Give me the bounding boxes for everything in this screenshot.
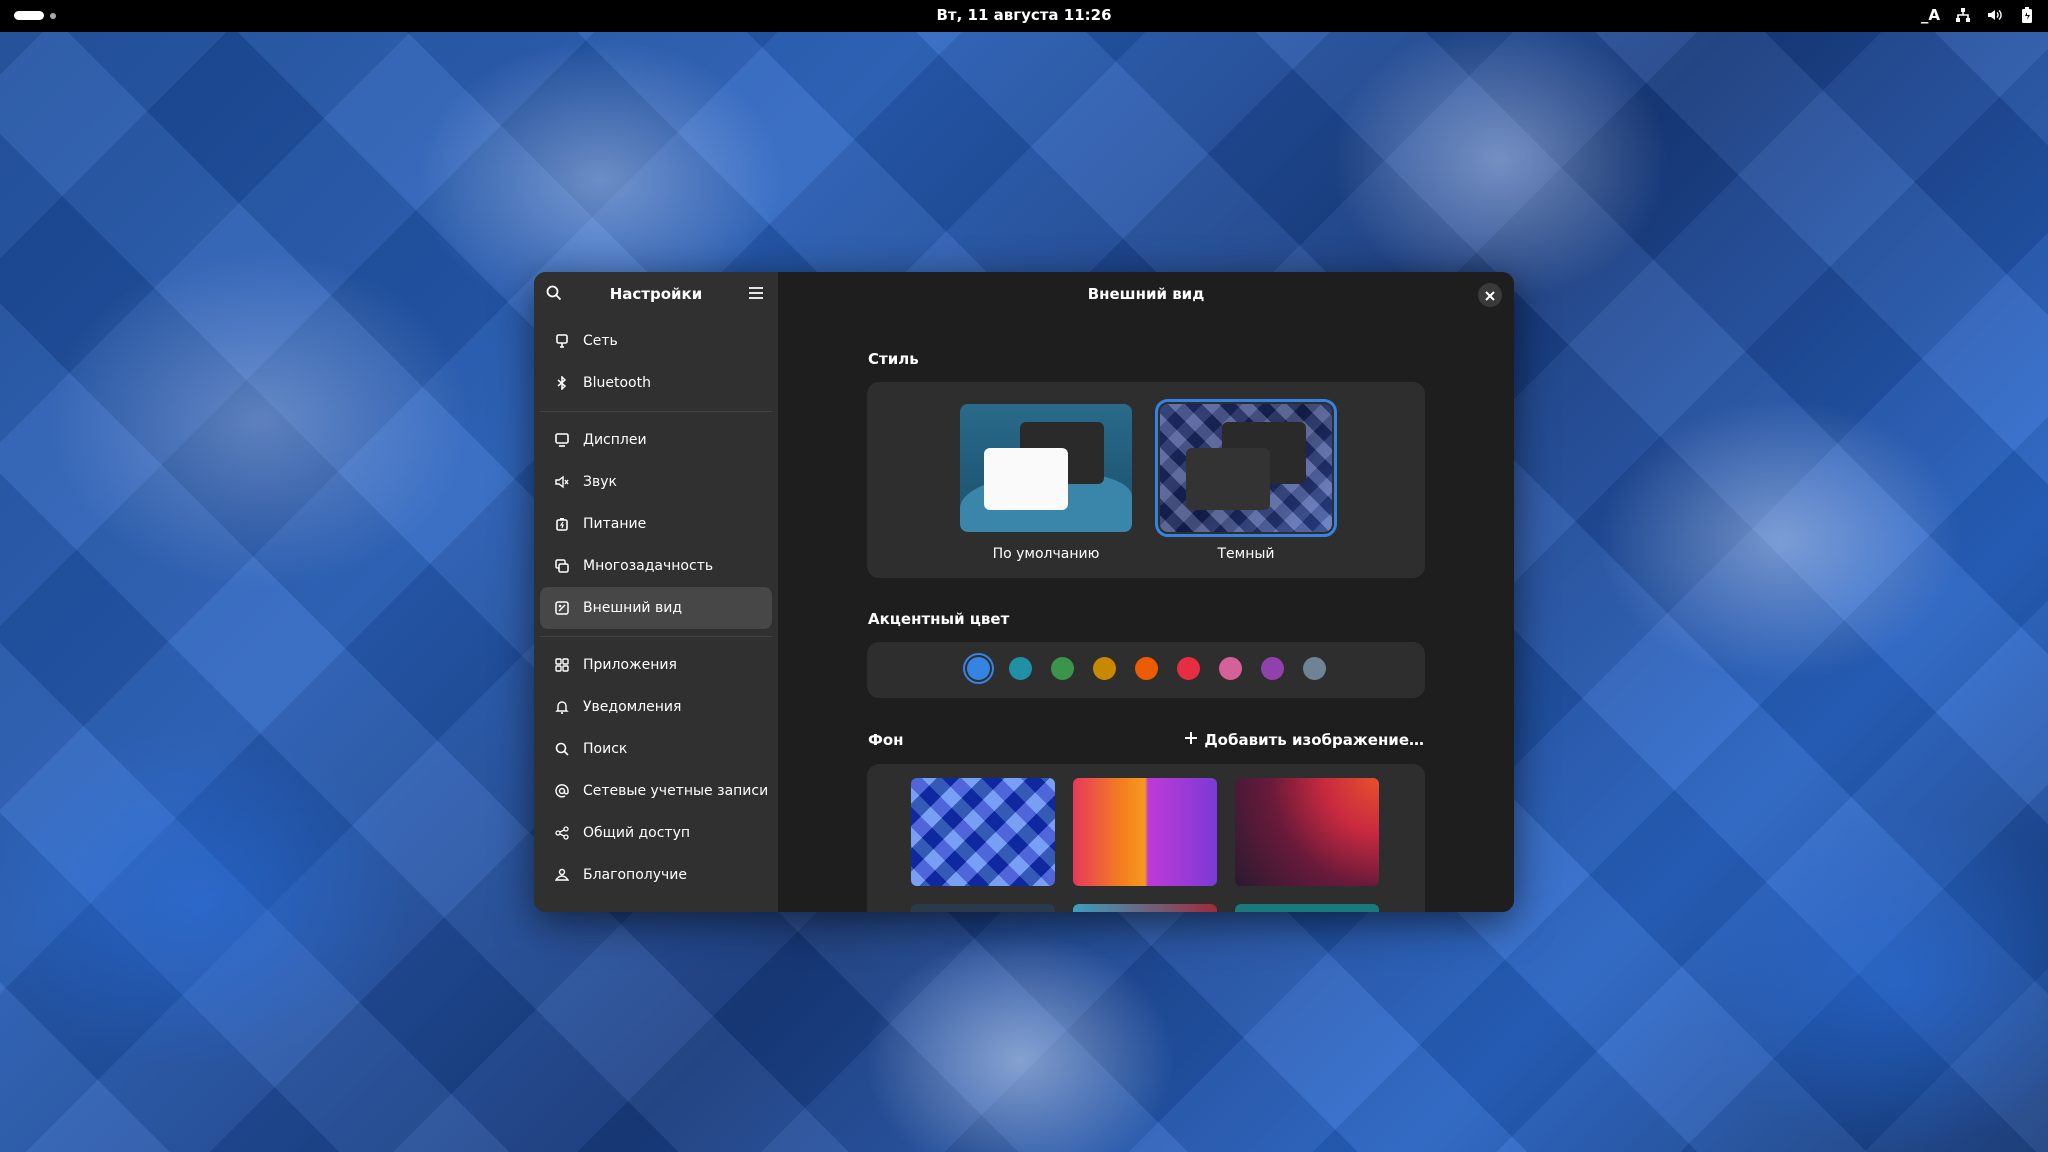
divider: [540, 411, 772, 412]
bluetooth-icon: [554, 375, 570, 391]
accent-swatch[interactable]: [1260, 657, 1284, 680]
sidebar-item-label: Уведомления: [583, 699, 682, 715]
sidebar-item-label: Многозадачность: [583, 558, 714, 574]
sidebar-item-appearance[interactable]: Внешний вид: [540, 587, 772, 629]
clock-label[interactable]: Вт, 11 августа 11:26: [936, 6, 1111, 24]
online-accounts-icon: [554, 783, 570, 799]
sidebar-item-sharing[interactable]: Общий доступ: [540, 812, 772, 854]
sidebar-item-multitasking[interactable]: Многозадачность: [540, 545, 772, 587]
background-section-label: Фон: [868, 731, 904, 749]
display-icon: [554, 432, 570, 448]
wallpaper-thumbnail[interactable]: [1073, 904, 1217, 912]
workspace-indicator: [50, 12, 56, 19]
sidebar-item-label: Благополучие: [583, 867, 687, 883]
accent-card: [867, 642, 1425, 698]
sidebar-item-online-accounts[interactable]: Сетевые учетные записи: [540, 770, 772, 812]
hamburger-menu-icon[interactable]: [748, 285, 766, 303]
sidebar-item-label: Дисплеи: [583, 432, 647, 448]
volume-icon: [1986, 6, 2004, 24]
style-dark-preview: [1155, 399, 1337, 537]
accent-swatches: [867, 657, 1425, 680]
style-option-label: По умолчанию: [992, 546, 1100, 562]
sidebar-item-label: Bluetooth: [583, 375, 651, 391]
activities-button[interactable]: [14, 11, 56, 20]
add-image-label: Добавить изображение…: [1204, 731, 1424, 749]
sidebar-item-wellbeing[interactable]: Благополучие: [540, 854, 772, 896]
input-method-indicator[interactable]: _A: [1921, 6, 1940, 24]
background-card: [867, 764, 1425, 912]
content-pane: Внешний вид Стиль По умолчанию Темный Ак…: [778, 272, 1514, 912]
bell-icon: [554, 699, 570, 715]
clock: Вт, 11 августа 11:26: [0, 6, 2048, 24]
wallpaper-thumbnail[interactable]: [1235, 778, 1379, 886]
style-option-default[interactable]: По умолчанию: [960, 404, 1132, 562]
sidebar-item-label: Приложения: [583, 657, 677, 673]
network-wired-icon: [1954, 6, 1972, 24]
accent-swatch[interactable]: [1176, 657, 1200, 680]
style-default-preview: [960, 404, 1132, 532]
sidebar-item-notifications[interactable]: Уведомления: [540, 686, 772, 728]
sidebar: Настройки Сеть Bluetooth Дисплеи Звук Пи…: [534, 272, 778, 912]
power-icon: [554, 516, 570, 532]
sidebar-item-bluetooth[interactable]: Bluetooth: [540, 362, 772, 404]
settings-window: Настройки Сеть Bluetooth Дисплеи Звук Пи…: [534, 272, 1514, 912]
accent-section-label: Акцентный цвет: [868, 610, 1010, 628]
sidebar-item-label: Поиск: [583, 741, 628, 757]
close-icon: [1485, 286, 1495, 305]
accent-swatch[interactable]: [966, 657, 990, 680]
sidebar-item-label: Сеть: [583, 333, 618, 349]
wallpaper-thumbnail[interactable]: [911, 778, 1055, 886]
accent-swatch[interactable]: [1134, 657, 1158, 680]
wellbeing-icon: [554, 867, 570, 883]
close-button[interactable]: [1478, 283, 1502, 307]
system-tray[interactable]: _A: [1921, 6, 2036, 24]
sidebar-item-search[interactable]: Поиск: [540, 728, 772, 770]
wallpaper-thumbnail[interactable]: [1235, 904, 1379, 912]
accent-swatch[interactable]: [1302, 657, 1326, 680]
accent-swatch[interactable]: [1092, 657, 1116, 680]
add-image-button[interactable]: Добавить изображение…: [1184, 731, 1424, 749]
style-option-label: Темный: [1217, 546, 1275, 562]
sidebar-nav: Сеть Bluetooth Дисплеи Звук Питание Мног…: [534, 320, 778, 896]
apps-icon: [554, 657, 570, 673]
sidebar-item-power[interactable]: Питание: [540, 503, 772, 545]
accent-swatch[interactable]: [1218, 657, 1242, 680]
network-icon: [554, 333, 570, 349]
style-section-label: Стиль: [868, 350, 919, 368]
style-card: По умолчанию Темный: [867, 382, 1425, 578]
accent-swatch[interactable]: [1050, 657, 1074, 680]
sidebar-title: Настройки: [609, 285, 703, 303]
accent-swatch[interactable]: [1008, 657, 1032, 680]
sidebar-item-label: Общий доступ: [583, 825, 691, 841]
multitasking-icon: [554, 558, 570, 574]
sidebar-item-label: Внешний вид: [583, 600, 683, 616]
wallpaper-thumbnail[interactable]: [911, 904, 1055, 912]
sound-icon: [554, 474, 570, 490]
style-option-dark[interactable]: Темный: [1155, 399, 1337, 562]
divider: [540, 636, 772, 637]
sidebar-item-network[interactable]: Сеть: [540, 320, 772, 362]
sidebar-item-displays[interactable]: Дисплеи: [540, 419, 772, 461]
sidebar-item-label: Звук: [583, 474, 617, 490]
sidebar-item-apps[interactable]: Приложения: [540, 644, 772, 686]
appearance-icon: [554, 600, 570, 616]
workspace-indicator-active: [14, 11, 44, 20]
battery-icon: [2018, 6, 2036, 24]
wallpaper-thumbnail[interactable]: [1073, 778, 1217, 886]
sidebar-item-sound[interactable]: Звук: [540, 461, 772, 503]
sidebar-item-label: Сетевые учетные записи: [583, 783, 769, 799]
sidebar-header: Настройки: [534, 272, 778, 318]
sidebar-item-label: Питание: [583, 516, 647, 532]
search-icon: [554, 741, 570, 757]
page-title: Внешний вид: [1087, 285, 1205, 303]
share-icon: [554, 825, 570, 841]
top-bar: Вт, 11 августа 11:26 _A: [0, 0, 2048, 32]
plus-icon: [1184, 731, 1198, 749]
